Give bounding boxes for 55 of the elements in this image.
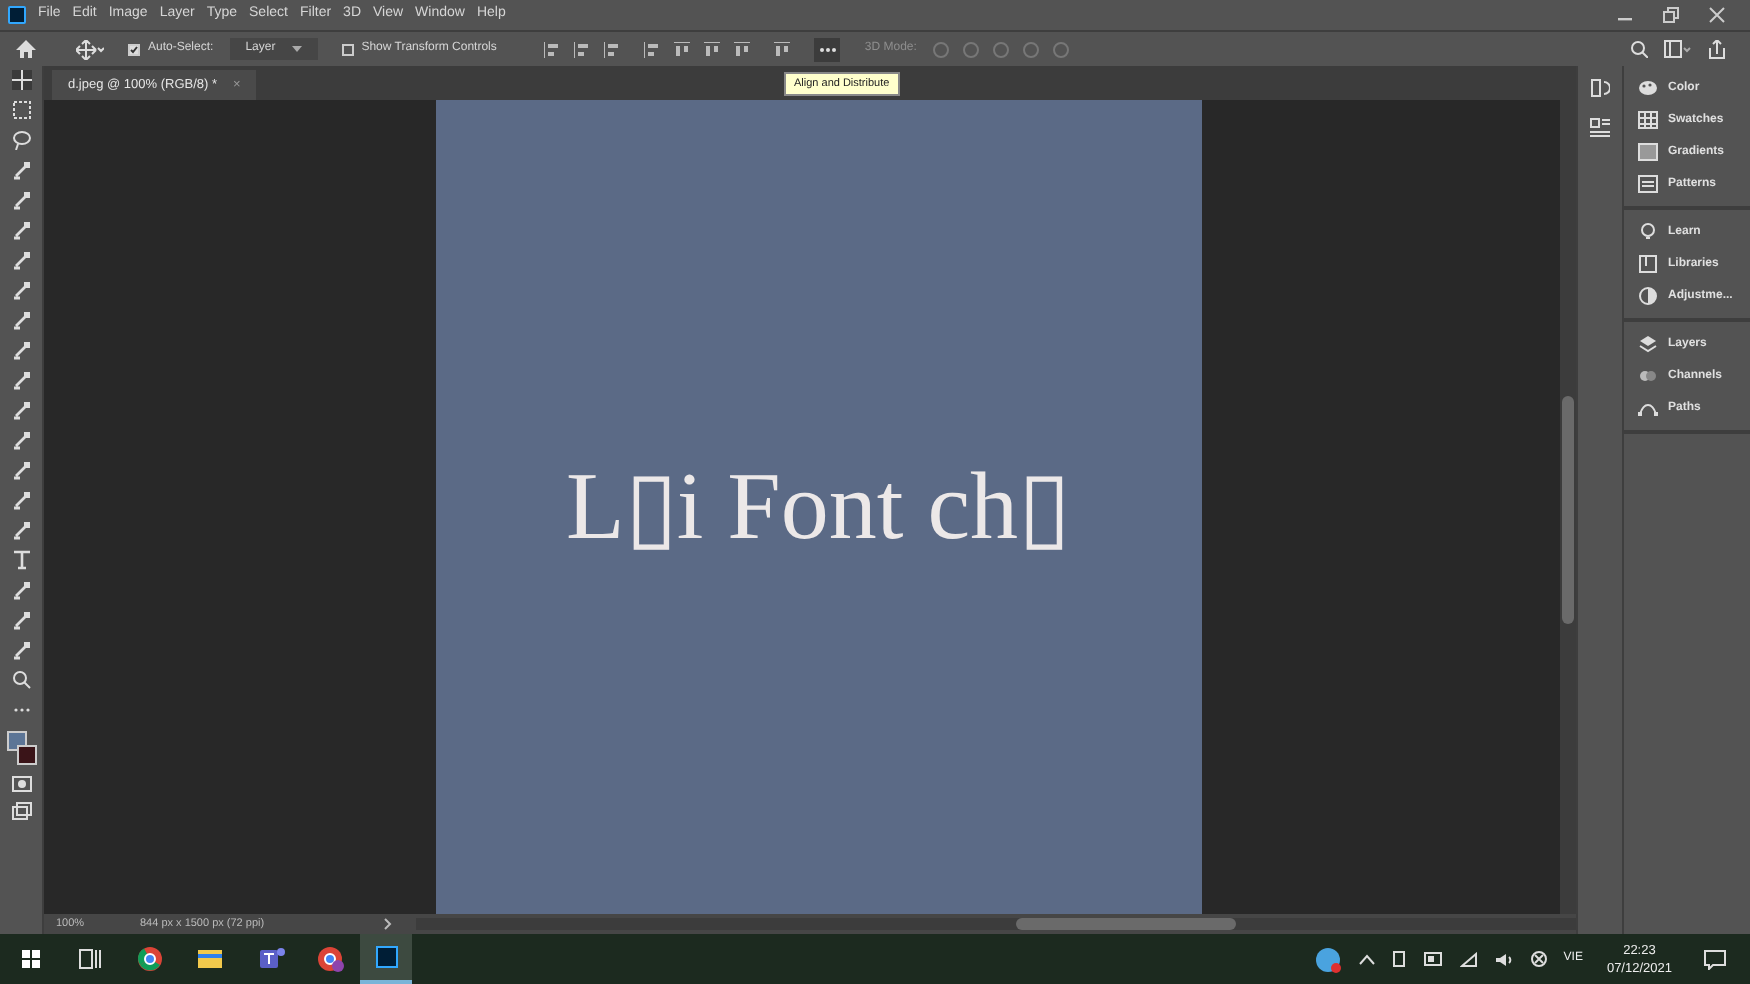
align-right-icon[interactable] (604, 41, 621, 57)
distribute-vertical-icon[interactable] (774, 41, 791, 57)
half-circle-icon (1638, 286, 1658, 306)
screen-mode-icon[interactable] (11, 802, 31, 820)
photoshop-taskbar-button[interactable] (360, 934, 412, 984)
horizontal-scrollbar[interactable] (416, 918, 1576, 930)
align-left-icon[interactable] (544, 41, 561, 57)
palette-icon (1638, 78, 1658, 98)
align-top-icon[interactable] (674, 41, 691, 57)
notification-icon[interactable] (1704, 949, 1726, 969)
color-swatches[interactable] (5, 730, 37, 766)
scrollbar-thumb[interactable] (1562, 396, 1574, 624)
history-icon[interactable] (1590, 78, 1610, 98)
align-center-icon[interactable] (574, 41, 591, 57)
library-icon (1638, 254, 1658, 274)
align-middle-icon[interactable] (704, 41, 721, 57)
marquee-tool-icon[interactable] (11, 100, 31, 120)
pen-path-icon (1638, 398, 1658, 418)
stack-icon (1638, 334, 1658, 354)
scrollbar-thumb[interactable] (1016, 918, 1236, 930)
help-icon[interactable] (1313, 945, 1342, 973)
zoom-tool-icon[interactable] (11, 670, 31, 690)
app-logo-icon[interactable] (8, 6, 26, 24)
quick-mask-icon[interactable] (11, 776, 31, 792)
gradient-icon (1638, 142, 1658, 162)
caret-icon (291, 46, 302, 52)
move-tool-icon[interactable] (76, 39, 104, 59)
auto-select-checkbox[interactable] (128, 43, 140, 55)
battery-icon[interactable] (1423, 952, 1444, 966)
workspace-icon[interactable] (1664, 40, 1692, 58)
vertical-scrollbar[interactable] (1560, 100, 1576, 914)
speaker-icon[interactable] (1493, 951, 1514, 967)
move-tool-icon[interactable] (11, 70, 31, 90)
lightbulb-icon (1638, 222, 1658, 242)
lasso-tool-icon[interactable] (11, 130, 31, 150)
share-icon[interactable] (1708, 39, 1726, 59)
grid-icon (1638, 110, 1658, 130)
properties-icon[interactable] (1590, 118, 1610, 138)
show-transform-checkbox[interactable] (341, 43, 354, 55)
pattern-icon (1638, 174, 1658, 194)
search-icon[interactable] (1630, 40, 1648, 58)
align-bottom-icon[interactable] (734, 41, 751, 57)
type-tool-icon[interactable] (11, 550, 31, 570)
close-icon[interactable] (1708, 6, 1726, 24)
circles-icon (1638, 366, 1658, 386)
distribute-horizontal-icon[interactable] (644, 41, 661, 57)
more-options-button[interactable] (814, 37, 841, 61)
blocked-icon[interactable] (1529, 950, 1548, 968)
device-icon[interactable] (1391, 950, 1408, 968)
canvas-text: L▯i Font ch▯ (566, 451, 1070, 563)
app-logo-icon (375, 946, 397, 968)
chevron-up-icon[interactable] (1357, 953, 1376, 965)
home-icon[interactable] (16, 40, 36, 58)
restore-icon[interactable] (1662, 6, 1680, 24)
chevron-right-icon[interactable] (384, 918, 392, 930)
